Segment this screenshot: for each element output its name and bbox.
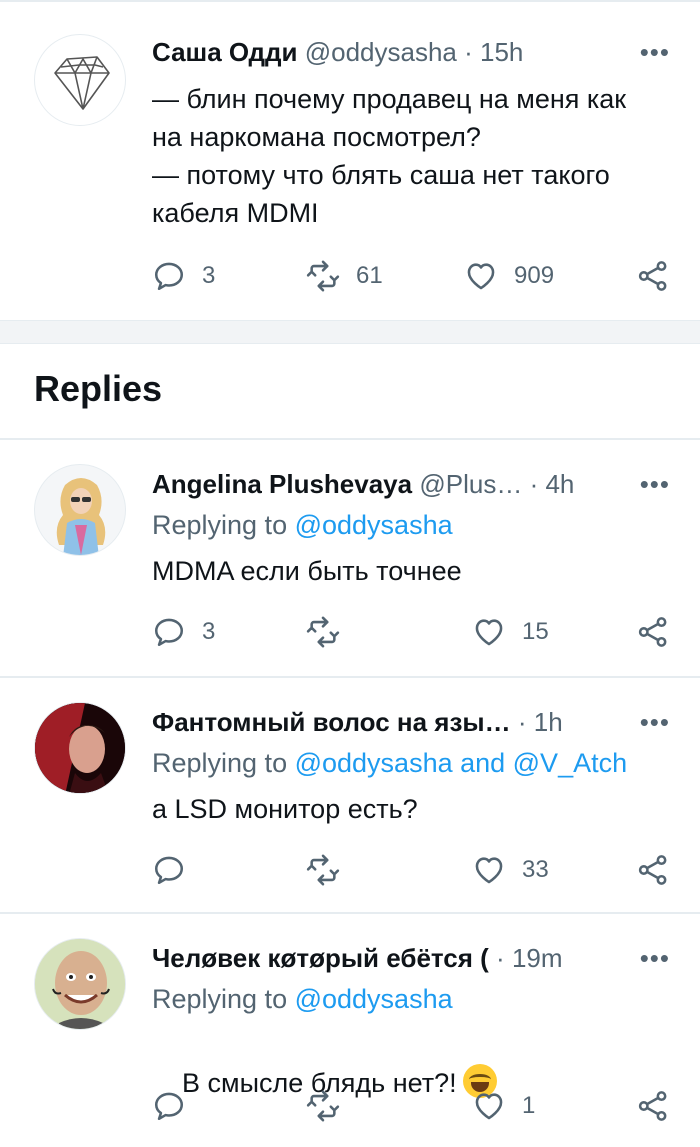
main-tweet[interactable]: Саша Одди @oddysasha · 15h ••• — блин по… bbox=[0, 0, 700, 320]
replying-to: Replying to @oddysasha and @V_Atch bbox=[152, 748, 627, 779]
reply-icon bbox=[152, 615, 186, 649]
avatar-image bbox=[56, 478, 106, 555]
retweet-icon bbox=[306, 1089, 340, 1123]
retweet-icon bbox=[306, 615, 340, 649]
reply-icon bbox=[152, 1089, 186, 1123]
avatar[interactable] bbox=[34, 938, 126, 1030]
retweet-icon bbox=[306, 259, 340, 293]
like-button[interactable]: 33 bbox=[472, 850, 549, 890]
reply-count: 3 bbox=[202, 262, 216, 289]
timestamp[interactable]: 15h bbox=[480, 37, 523, 67]
tweet-text: а LSD монитор есть? bbox=[152, 794, 418, 824]
reply-icon bbox=[152, 853, 186, 887]
user-handle[interactable]: @oddysasha bbox=[305, 37, 457, 67]
display-name[interactable]: Саша Одди bbox=[152, 37, 297, 67]
timestamp[interactable]: 19m bbox=[512, 943, 563, 973]
like-icon bbox=[472, 615, 506, 649]
avatar-image bbox=[35, 939, 125, 1029]
replies-heading: Replies bbox=[34, 368, 163, 409]
timestamp[interactable]: 4h bbox=[545, 469, 574, 499]
tweet-text: MDMA если быть точнее bbox=[152, 556, 462, 586]
like-button[interactable]: 909 bbox=[464, 256, 554, 296]
like-button[interactable]: 15 bbox=[472, 612, 549, 652]
separator-dot: · bbox=[464, 37, 473, 67]
avatar[interactable] bbox=[34, 34, 126, 126]
mention-link[interactable]: @oddysasha bbox=[295, 510, 453, 540]
share-icon bbox=[636, 615, 670, 649]
action-bar: 3 15 bbox=[152, 612, 672, 652]
display-name[interactable]: Angelina Plushevaya bbox=[152, 469, 412, 499]
avatar-image bbox=[35, 703, 125, 793]
user-handle[interactable]: @Plus… bbox=[419, 469, 522, 499]
retweet-button[interactable] bbox=[306, 1086, 340, 1126]
tweet-header: Челøвек кøтøрый ебётся ( · 19m ••• bbox=[152, 938, 670, 978]
replying-to: Replying to @oddysasha bbox=[152, 510, 453, 541]
mention-link[interactable]: @oddysasha and @V_Atch bbox=[295, 748, 628, 778]
reply-button[interactable]: 3 bbox=[152, 612, 215, 652]
reply-count: 3 bbox=[202, 618, 216, 645]
more-icon[interactable]: ••• bbox=[640, 702, 670, 742]
more-icon[interactable]: ••• bbox=[640, 464, 670, 504]
share-button[interactable] bbox=[636, 612, 670, 652]
separator-dot: · bbox=[517, 707, 527, 737]
share-icon bbox=[636, 259, 670, 293]
like-count: 33 bbox=[522, 856, 549, 883]
action-bar: 3 61 909 bbox=[152, 256, 672, 296]
tweet-header: Фантомный волос на язы… · 1h ••• bbox=[152, 702, 670, 742]
reply-button[interactable] bbox=[152, 850, 186, 890]
like-icon bbox=[472, 1089, 506, 1123]
replying-to-label: Replying to bbox=[152, 510, 295, 540]
avatar[interactable] bbox=[34, 702, 126, 794]
retweet-button[interactable] bbox=[306, 612, 356, 652]
share-button[interactable] bbox=[636, 1086, 670, 1126]
tweet-header: Angelina Plushevaya @Plus… · 4h ••• bbox=[152, 464, 670, 504]
share-button[interactable] bbox=[636, 850, 670, 890]
share-icon bbox=[636, 1089, 670, 1123]
like-count: 1 bbox=[522, 1092, 536, 1119]
reply-tweet[interactable]: Angelina Plushevaya @Plus… · 4h ••• Repl… bbox=[0, 440, 700, 674]
tweet-header: Саша Одди @oddysasha · 15h ••• bbox=[152, 32, 670, 72]
separator-dot: · bbox=[496, 943, 505, 973]
reply-tweet[interactable]: Фантомный волос на язы… · 1h ••• Replyin… bbox=[0, 678, 700, 912]
like-count: 15 bbox=[522, 618, 549, 645]
retweet-button[interactable]: 61 bbox=[306, 256, 383, 296]
reply-button[interactable] bbox=[152, 1086, 186, 1126]
timestamp[interactable]: 1h bbox=[534, 707, 563, 737]
retweet-count: 61 bbox=[356, 262, 383, 289]
retweet-button[interactable] bbox=[306, 850, 340, 890]
display-name[interactable]: Фантомный волос на язы… bbox=[152, 707, 511, 737]
reply-icon bbox=[152, 259, 186, 293]
share-button[interactable] bbox=[636, 256, 670, 296]
like-icon bbox=[472, 853, 506, 887]
display-name[interactable]: Челøвек кøтøрый ебётся ( bbox=[152, 943, 489, 973]
diamond-icon bbox=[54, 56, 110, 110]
share-icon bbox=[636, 853, 670, 887]
reply-tweet[interactable]: Челøвек кøтøрый ебётся ( · 19m ••• Reply… bbox=[0, 914, 700, 1147]
separator-dot: · bbox=[529, 469, 539, 499]
section-divider bbox=[0, 320, 700, 344]
more-icon[interactable]: ••• bbox=[640, 938, 670, 978]
mention-link[interactable]: @oddysasha bbox=[295, 984, 453, 1014]
replying-to: Replying to @oddysasha bbox=[152, 984, 453, 1015]
like-count: 909 bbox=[514, 262, 555, 289]
retweet-icon bbox=[306, 853, 340, 887]
action-bar: 1 bbox=[152, 1086, 672, 1126]
action-bar: 33 bbox=[152, 850, 672, 890]
more-icon[interactable]: ••• bbox=[640, 32, 670, 72]
reply-button[interactable]: 3 bbox=[152, 256, 215, 296]
replying-to-label: Replying to bbox=[152, 984, 295, 1014]
like-icon bbox=[464, 259, 498, 293]
avatar[interactable] bbox=[34, 464, 126, 556]
top-divider bbox=[0, 0, 700, 2]
replying-to-label: Replying to bbox=[152, 748, 295, 778]
tweet-text: — блин почему продавец на меня как на на… bbox=[152, 84, 627, 228]
like-button[interactable]: 1 bbox=[472, 1086, 535, 1126]
